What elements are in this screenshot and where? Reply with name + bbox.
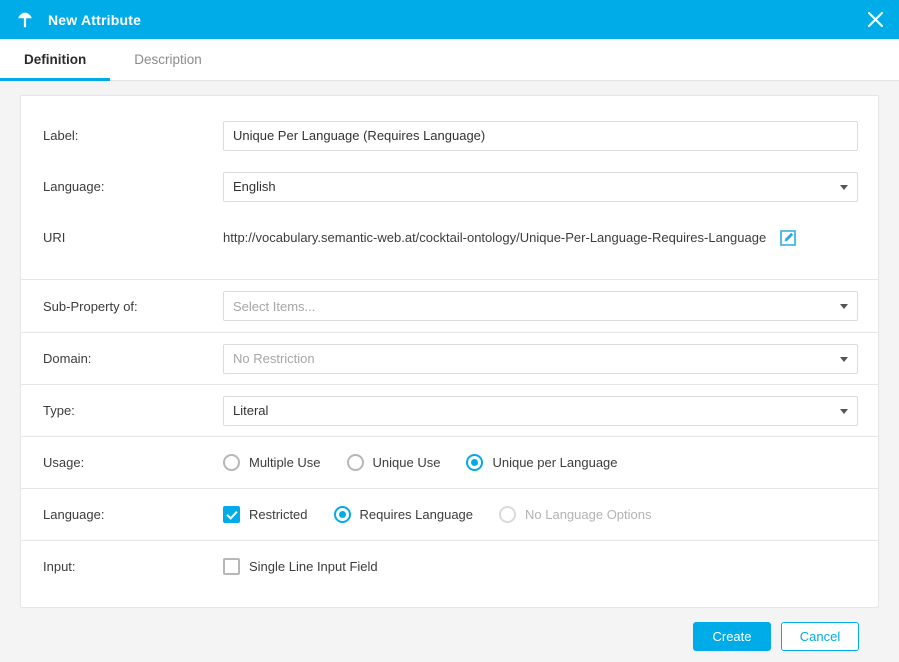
usage-option-multiple-use-label: Multiple Use [249, 455, 321, 470]
subproperty-select-value: Select Items... [233, 299, 315, 314]
language-option-requires-language[interactable]: Requires Language [334, 506, 473, 523]
edit-pencil-icon[interactable] [780, 230, 796, 246]
usage-field-label: Usage: [43, 455, 223, 470]
usage-option-unique-per-language-label: Unique per Language [492, 455, 617, 470]
language-option-no-language-options: No Language Options [499, 506, 651, 523]
domain-field-label: Domain: [43, 351, 223, 366]
input-option-single-line-label: Single Line Input Field [249, 559, 378, 574]
type-select[interactable]: Literal [223, 396, 858, 426]
type-select-value: Literal [233, 403, 268, 418]
tab-definition-label: Definition [24, 52, 86, 67]
tab-description-label: Description [134, 52, 202, 67]
subproperty-field-label: Sub-Property of: [43, 299, 223, 314]
input-option-single-line[interactable]: Single Line Input Field [223, 558, 378, 575]
radio-checked-icon [466, 454, 483, 471]
radio-icon [499, 506, 516, 523]
language-select-value: English [233, 179, 276, 194]
language-option-no-language-options-label: No Language Options [525, 507, 651, 522]
form-row-input: Input: Single Line Input Field [21, 540, 878, 592]
type-field-label: Type: [43, 403, 223, 418]
tab-description[interactable]: Description [110, 39, 226, 80]
language-field-label: Language: [43, 179, 223, 194]
form-row-language: Language: English [21, 161, 878, 212]
form-row-uri: URI http://vocabulary.semantic-web.at/co… [21, 212, 878, 263]
dialog-footer: Create Cancel [20, 608, 879, 651]
checkbox-checked-icon [223, 506, 240, 523]
radio-icon [347, 454, 364, 471]
window-title: New Attribute [48, 12, 141, 28]
form-row-usage: Usage: Multiple Use Unique Use Unique pe… [21, 436, 878, 488]
subproperty-select[interactable]: Select Items... [223, 291, 858, 321]
language-select[interactable]: English [223, 172, 858, 202]
close-icon[interactable] [851, 0, 899, 39]
radio-checked-icon [334, 506, 351, 523]
dialog-content: Label: Language: English URI http://voca… [0, 81, 899, 662]
form-row-domain: Domain: No Restriction [21, 332, 878, 384]
form-section-identity: Label: Language: English URI http://voca… [21, 96, 878, 279]
chevron-down-icon [840, 304, 848, 309]
tab-bar: Definition Description [0, 39, 899, 81]
chevron-down-icon [840, 409, 848, 414]
domain-select-value: No Restriction [233, 351, 315, 366]
chevron-down-icon [840, 357, 848, 362]
form-row-language-options: Language: Restricted Requires Language N… [21, 488, 878, 540]
form-row-subproperty: Sub-Property of: Select Items... [21, 280, 878, 332]
usage-option-unique-use-label: Unique Use [373, 455, 441, 470]
attribute-t-icon [14, 9, 36, 31]
uri-value: http://vocabulary.semantic-web.at/cockta… [223, 230, 766, 245]
input-field-label: Input: [43, 559, 223, 574]
checkbox-icon [223, 558, 240, 575]
language-options-field-label: Language: [43, 507, 223, 522]
tab-definition[interactable]: Definition [0, 39, 110, 80]
form-row-type: Type: Literal [21, 384, 878, 436]
usage-option-unique-per-language[interactable]: Unique per Language [466, 454, 617, 471]
domain-select[interactable]: No Restriction [223, 344, 858, 374]
language-option-restricted-label: Restricted [249, 507, 308, 522]
label-input[interactable] [223, 121, 858, 151]
window-titlebar: New Attribute [0, 0, 899, 39]
language-option-requires-language-label: Requires Language [360, 507, 473, 522]
language-option-restricted[interactable]: Restricted [223, 506, 308, 523]
create-button[interactable]: Create [693, 622, 771, 651]
uri-field-label: URI [43, 230, 223, 245]
radio-icon [223, 454, 240, 471]
chevron-down-icon [840, 185, 848, 190]
usage-option-multiple-use[interactable]: Multiple Use [223, 454, 321, 471]
cancel-button[interactable]: Cancel [781, 622, 859, 651]
form-section-constraints: Sub-Property of: Select Items... Domain:… [21, 279, 878, 592]
form-row-label: Label: [21, 110, 878, 161]
label-field-label: Label: [43, 128, 223, 143]
usage-option-unique-use[interactable]: Unique Use [347, 454, 441, 471]
definition-form-card: Label: Language: English URI http://voca… [20, 95, 879, 608]
